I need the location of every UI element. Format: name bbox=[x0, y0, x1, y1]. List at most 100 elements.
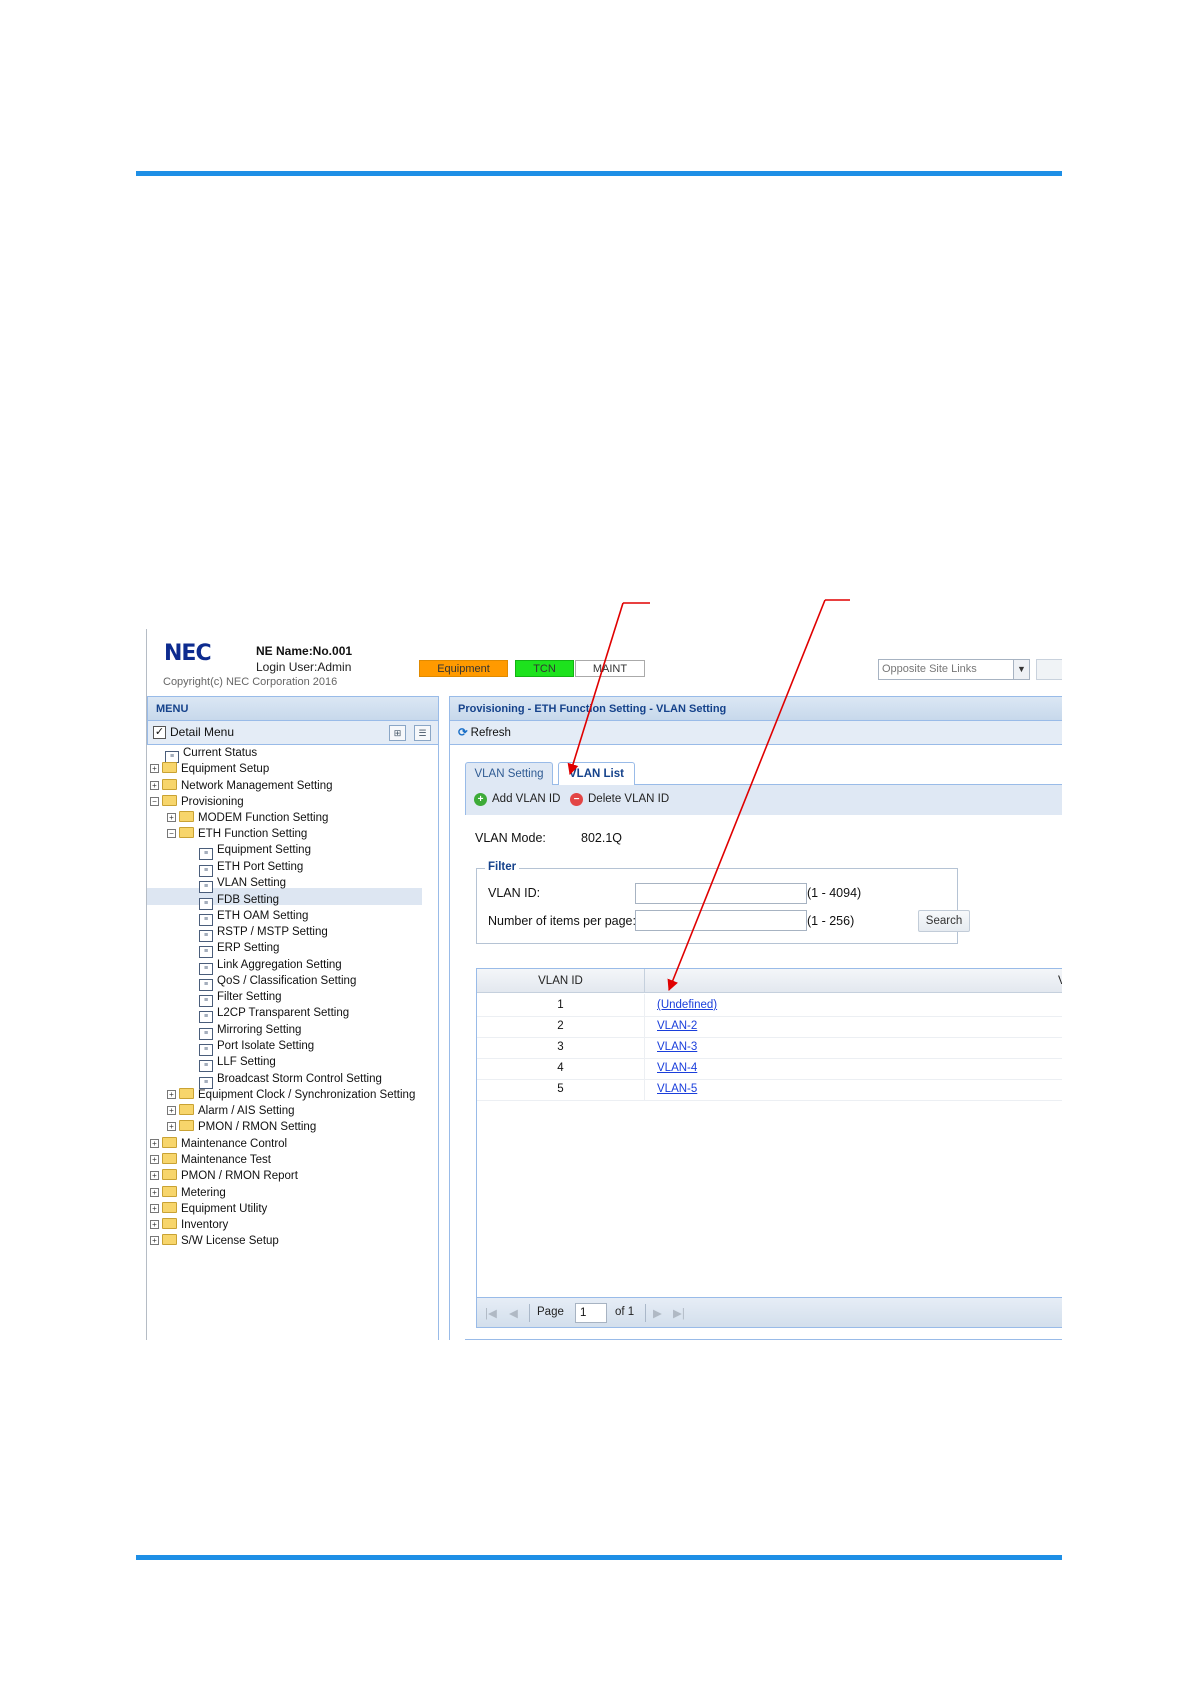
menu-item-metering[interactable]: + Metering bbox=[150, 1185, 226, 1202]
menu-item-vlan-setting[interactable]: ≡ VLAN Setting bbox=[199, 875, 286, 893]
menu-item-label: Maintenance Test bbox=[181, 1154, 271, 1166]
delete-vlan-label: Delete VLAN ID bbox=[588, 793, 670, 805]
table-row[interactable]: 1 (Undefined) bbox=[477, 994, 1062, 1017]
table-row[interactable]: 5 VLAN-5 bbox=[477, 1078, 1062, 1101]
menu-item-maintenance-test[interactable]: + Maintenance Test bbox=[150, 1152, 271, 1169]
menu-item-mirroring-setting[interactable]: ≡ Mirroring Setting bbox=[199, 1022, 301, 1040]
plus-icon[interactable]: + bbox=[150, 764, 159, 773]
menu-item-sw-license[interactable]: + S/W License Setup bbox=[150, 1233, 279, 1250]
vlan-name-link[interactable]: VLAN-5 bbox=[657, 1078, 697, 1100]
menu-item-label: Broadcast Storm Control Setting bbox=[217, 1073, 382, 1085]
opposite-site-text: Opposite Site Links bbox=[882, 663, 977, 675]
page-number-input[interactable]: 1 bbox=[575, 1303, 607, 1323]
plus-icon[interactable]: + bbox=[150, 1188, 159, 1197]
chevron-down-icon[interactable]: ▼ bbox=[1013, 660, 1029, 679]
plus-icon[interactable]: + bbox=[150, 1220, 159, 1229]
menu-item-label: Inventory bbox=[181, 1219, 229, 1231]
menu-item-equipment-setup[interactable]: + Equipment Setup bbox=[150, 761, 269, 778]
menu-item-maintenance-control[interactable]: + Maintenance Control bbox=[150, 1136, 287, 1153]
menu-item-erp-setting[interactable]: ≡ ERP Setting bbox=[199, 940, 280, 958]
prev-page-icon[interactable]: ◀ bbox=[509, 1306, 518, 1320]
refresh-icon: ⟳ bbox=[458, 727, 468, 739]
menu-item-filter-setting[interactable]: ≡ Filter Setting bbox=[199, 989, 282, 1007]
menu-item-current-status[interactable]: ≡ Current Status bbox=[165, 745, 257, 763]
menu-item-equipment-utility[interactable]: + Equipment Utility bbox=[150, 1201, 267, 1218]
vlan-name-link[interactable]: (Undefined) bbox=[657, 994, 717, 1016]
menu-item-link-aggregation[interactable]: ≡ Link Aggregation Setting bbox=[199, 957, 342, 975]
table-row[interactable]: 4 VLAN-4 bbox=[477, 1057, 1062, 1080]
vlan-name-link[interactable]: VLAN-3 bbox=[657, 1036, 697, 1058]
menu-item-label: ERP Setting bbox=[217, 942, 280, 954]
menu-item-rstp-mstp-setting[interactable]: ≡ RSTP / MSTP Setting bbox=[199, 924, 328, 942]
menu-item-pmon-rmon-setting[interactable]: + PMON / RMON Setting bbox=[167, 1119, 316, 1136]
status-tcn-badge[interactable]: TCN bbox=[515, 660, 574, 677]
menu-item-fdb-setting[interactable]: ≡ FDB Setting bbox=[199, 892, 279, 910]
folder-icon bbox=[162, 1137, 177, 1148]
filter-group: Filter VLAN ID: (1 - 4094) Number of ite… bbox=[476, 861, 970, 944]
page-count: of 1 bbox=[615, 1306, 635, 1318]
vlan-name-link[interactable]: VLAN-2 bbox=[657, 1015, 697, 1037]
plus-icon[interactable]: + bbox=[150, 1204, 159, 1213]
items-per-page-input[interactable] bbox=[635, 910, 807, 931]
menu-item-inventory[interactable]: + Inventory bbox=[150, 1217, 228, 1234]
search-button[interactable]: Search bbox=[918, 910, 970, 932]
plus-icon[interactable]: + bbox=[167, 1106, 176, 1115]
plus-icon[interactable]: + bbox=[150, 781, 159, 790]
status-equipment-badge[interactable]: Equipment bbox=[419, 660, 508, 677]
plus-icon[interactable]: + bbox=[167, 1090, 176, 1099]
first-page-icon[interactable]: |◀ bbox=[485, 1306, 497, 1320]
copyright: Copyright(c) NEC Corporation 2016 bbox=[163, 676, 338, 688]
next-page-icon[interactable]: ▶ bbox=[653, 1306, 662, 1320]
menu-item-label: Network Management Setting bbox=[181, 780, 333, 792]
vlan-name-link[interactable]: VLAN-4 bbox=[657, 1057, 697, 1079]
menu-item-label: ETH Port Setting bbox=[217, 861, 304, 873]
plus-icon[interactable]: + bbox=[150, 1236, 159, 1245]
menu-item-eth-oam-setting[interactable]: ≡ ETH OAM Setting bbox=[199, 908, 308, 926]
delete-vlan-button[interactable]: − Delete VLAN ID bbox=[570, 793, 669, 806]
menu-item-qos-classification[interactable]: ≡ QoS / Classification Setting bbox=[199, 973, 357, 991]
menu-item-eth-function[interactable]: − ETH Function Setting bbox=[167, 826, 307, 843]
plus-icon[interactable]: + bbox=[150, 1155, 159, 1164]
menu-item-equipment-setting[interactable]: ≡ Equipment Setting bbox=[199, 842, 311, 860]
menu-item-label: QoS / Classification Setting bbox=[217, 975, 357, 987]
tab-vlan-setting[interactable]: VLAN Setting bbox=[465, 762, 553, 786]
table-row[interactable]: 3 VLAN-3 bbox=[477, 1036, 1062, 1059]
menu-item-alarm-ais[interactable]: + Alarm / AIS Setting bbox=[167, 1103, 295, 1120]
column-vlan-id[interactable]: VLAN ID bbox=[477, 969, 645, 993]
menu-item-label: Maintenance Control bbox=[181, 1138, 288, 1150]
menu-item-port-isolate[interactable]: ≡ Port Isolate Setting bbox=[199, 1038, 314, 1056]
page-top-rule bbox=[136, 171, 1062, 176]
menu-toolbar: ✓ Detail Menu ⊞ ☰ bbox=[147, 721, 439, 745]
plus-icon[interactable]: + bbox=[167, 813, 176, 822]
last-page-icon[interactable]: ▶| bbox=[673, 1306, 685, 1320]
plus-icon[interactable]: + bbox=[150, 1139, 159, 1148]
add-vlan-button[interactable]: + Add VLAN ID bbox=[474, 793, 560, 806]
plus-icon[interactable]: + bbox=[150, 1171, 159, 1180]
menu-item-pmon-rmon-report[interactable]: + PMON / RMON Report bbox=[150, 1168, 298, 1185]
menu-item-equipment-clock[interactable]: + Equipment Clock / Synchronization Setti… bbox=[167, 1087, 415, 1104]
plus-icon[interactable]: + bbox=[167, 1122, 176, 1131]
vlan-id-filter-input[interactable] bbox=[635, 883, 807, 904]
menu-item-network-management[interactable]: + Network Management Setting bbox=[150, 778, 333, 795]
menu-item-l2cp-transparent[interactable]: ≡ L2CP Transparent Setting bbox=[199, 1005, 349, 1023]
menu-item-llf-setting[interactable]: ≡ LLF Setting bbox=[199, 1054, 276, 1072]
tab-strip: VLAN Setting VLAN List bbox=[465, 759, 1062, 786]
minus-icon[interactable]: − bbox=[150, 797, 159, 806]
status-maint-badge[interactable]: MAINT bbox=[575, 660, 645, 677]
folder-icon bbox=[179, 1088, 194, 1099]
menu-item-modem-function[interactable]: + MODEM Function Setting bbox=[167, 810, 328, 827]
menu-item-provisioning[interactable]: − Provisioning bbox=[150, 794, 244, 811]
refresh-button[interactable]: ⟳ Refresh bbox=[458, 725, 511, 739]
opposite-site-go-button[interactable] bbox=[1036, 659, 1062, 680]
collapse-all-icon[interactable]: ☰ bbox=[414, 725, 431, 741]
vlan-grid: VLAN ID VL 1 (Undefined) 2 VLAN-2 3 VLAN… bbox=[476, 968, 1062, 1328]
menu-item-eth-port-setting[interactable]: ≡ ETH Port Setting bbox=[199, 859, 304, 877]
minus-icon[interactable]: − bbox=[167, 829, 176, 838]
opposite-site-select[interactable]: Opposite Site Links ▼ bbox=[878, 659, 1030, 680]
menu-item-broadcast-storm[interactable]: ≡ Broadcast Storm Control Setting bbox=[199, 1071, 382, 1089]
detail-menu-checkbox[interactable]: ✓ bbox=[153, 726, 166, 739]
expand-all-icon[interactable]: ⊞ bbox=[389, 725, 406, 741]
tab-vlan-list[interactable]: VLAN List bbox=[558, 762, 635, 786]
column-vlan-name[interactable]: VL bbox=[1058, 969, 1062, 993]
table-row[interactable]: 2 VLAN-2 bbox=[477, 1015, 1062, 1038]
